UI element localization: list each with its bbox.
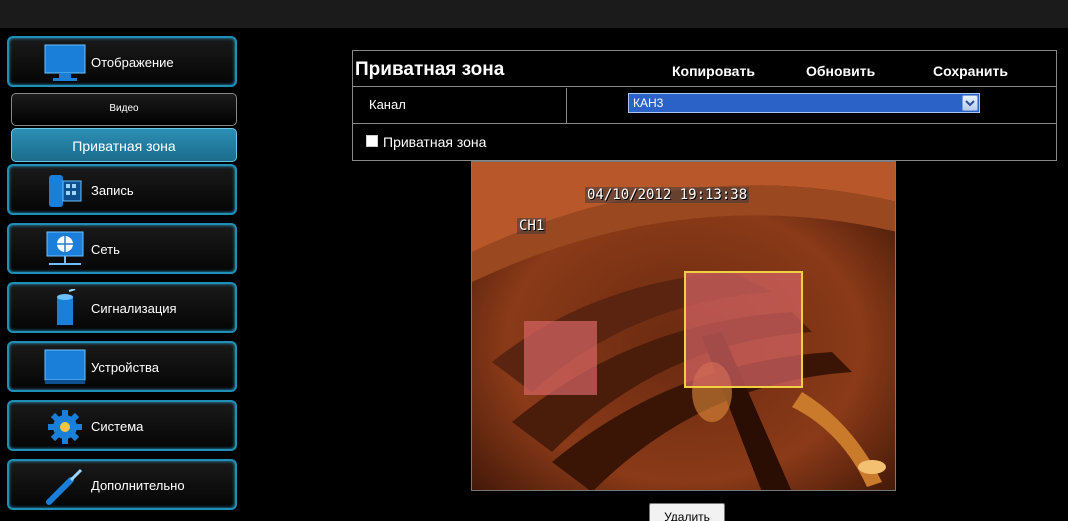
nav-alarm[interactable]: Сигнализация (7, 282, 237, 333)
monitor-icon (44, 44, 86, 81)
subnav-privacy-zone-label: Приватная зона (72, 138, 176, 154)
row-divider (566, 88, 567, 124)
video-preview[interactable]: 04/10/2012 19:13:38 CH1 (471, 161, 896, 491)
nav-devices[interactable]: Устройства (7, 341, 237, 392)
alarm-icon (57, 289, 76, 325)
system-gear-icon (48, 410, 82, 444)
subnav-privacy-zone[interactable]: Приватная зона (11, 128, 237, 162)
nav-system[interactable]: Система (7, 400, 237, 451)
nav-devices-label: Устройства (91, 360, 160, 375)
nav-display-label: Отображение (91, 55, 174, 70)
refresh-button[interactable]: Обновить (806, 63, 875, 79)
record-icon (49, 175, 82, 207)
copy-button[interactable]: Копировать (672, 63, 755, 79)
subnav-video-label: Видео (109, 103, 139, 114)
nav-network-label: Сеть (91, 242, 120, 257)
nav-display[interactable]: Отображение Видео Приватная зона (7, 36, 237, 162)
delete-button[interactable]: Удалить (649, 503, 725, 521)
nav-advanced[interactable]: Дополнительно (7, 459, 237, 510)
channel-label: Канал (369, 97, 406, 112)
nav-advanced-label: Дополнительно (91, 478, 185, 493)
nav-system-label: Система (91, 419, 144, 434)
privacy-enable-row: Приватная зона (353, 125, 1056, 161)
nav-network[interactable]: Сеть (7, 223, 237, 274)
channel-select-value: КАН3 (633, 96, 664, 110)
channel-row: Канал КАН3 (353, 88, 1056, 124)
subnav-video[interactable]: Видео (11, 93, 237, 126)
advanced-tools-icon (46, 468, 83, 505)
panel-header: Приватная зона Копировать Обновить Сохра… (353, 51, 1056, 87)
nav-alarm-label: Сигнализация (91, 301, 177, 316)
top-bar (0, 0, 1068, 28)
nav-record-label: Запись (91, 183, 134, 198)
privacy-zone-checkbox[interactable] (366, 135, 378, 147)
privacy-zone-checkbox-label: Приватная зона (383, 134, 487, 150)
channel-osd: CH1 (517, 218, 547, 234)
privacy-zone-panel: Приватная зона Копировать Обновить Сохра… (352, 50, 1057, 161)
page-title: Приватная зона (355, 59, 505, 80)
privacy-mask-zone-selected[interactable] (684, 271, 803, 388)
network-icon (46, 231, 84, 265)
timestamp-osd: 04/10/2012 19:13:38 (585, 187, 750, 203)
save-button[interactable]: Сохранить (933, 63, 1008, 79)
privacy-mask-zone[interactable] (524, 321, 597, 395)
nav-record[interactable]: Запись (7, 164, 237, 215)
chevron-down-icon[interactable] (962, 95, 978, 111)
channel-select[interactable]: КАН3 (628, 93, 980, 113)
devices-icon (44, 349, 86, 384)
